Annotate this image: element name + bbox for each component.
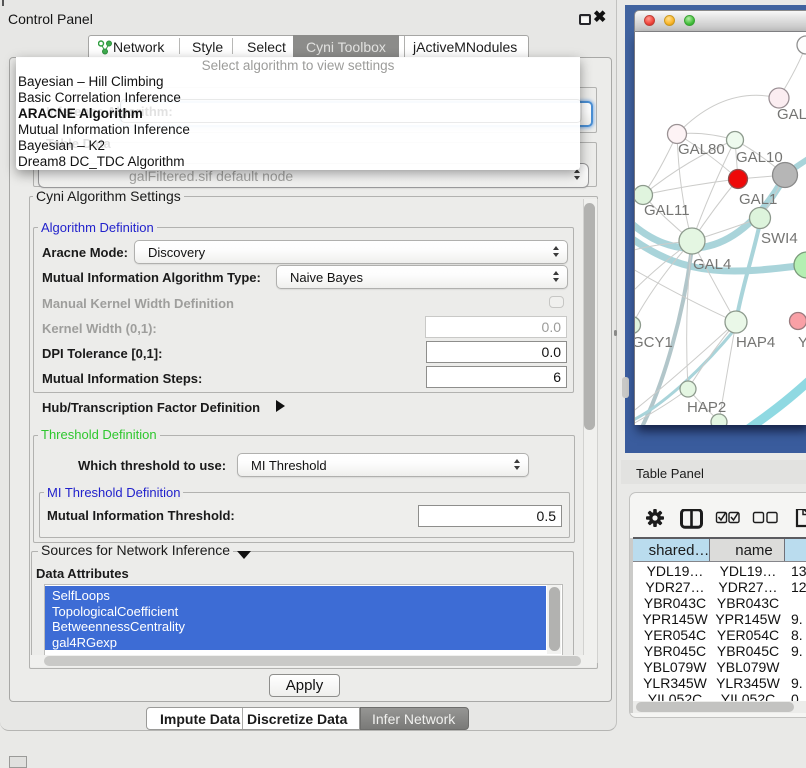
svg-text:GAL11: GAL11 — [644, 202, 690, 219]
svg-text:GAL80: GAL80 — [678, 141, 725, 158]
svg-text:HAP4: HAP4 — [736, 334, 775, 351]
svg-text:GAL2: GAL2 — [777, 106, 806, 123]
svg-text:GCY1: GCY1 — [635, 334, 673, 351]
svg-text:SWI4: SWI4 — [761, 230, 798, 247]
svg-text:HAP2: HAP2 — [687, 399, 726, 416]
svg-text:GAL1: GAL1 — [739, 191, 777, 208]
svg-text:Y: Y — [798, 334, 806, 351]
svg-text:GAL4: GAL4 — [693, 256, 731, 273]
svg-text:GAL10: GAL10 — [736, 149, 783, 166]
